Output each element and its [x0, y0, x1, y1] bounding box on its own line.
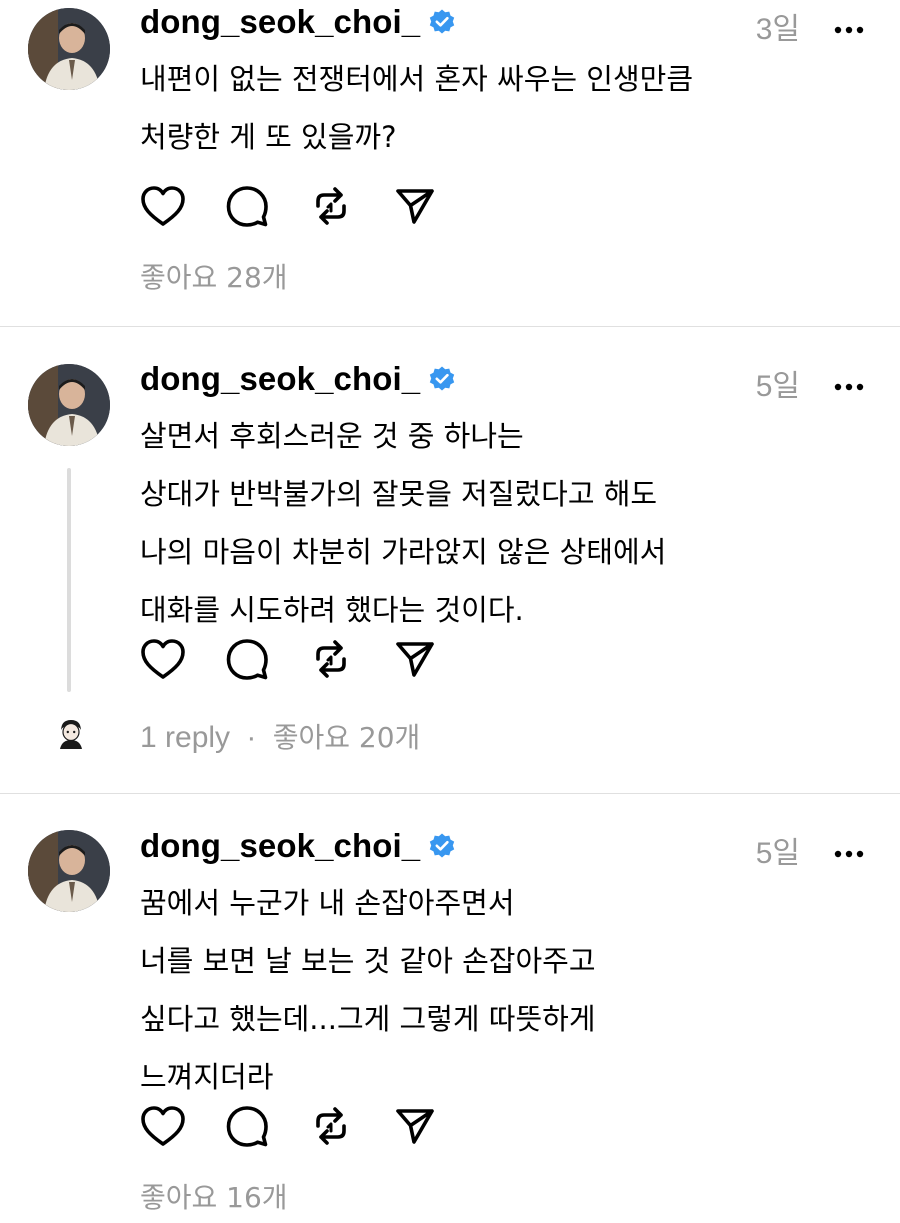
comment-bubble-icon[interactable]	[224, 636, 270, 682]
avatar[interactable]	[28, 8, 110, 90]
repost-icon[interactable]	[308, 636, 354, 682]
post-text-line: 나의 마음이 차분히 가라앉지 않은 상태에서	[140, 535, 667, 569]
post-meta: 1 reply · 좋아요 20개	[140, 716, 420, 756]
send-icon[interactable]	[392, 183, 438, 229]
more-horizontal-icon[interactable]	[834, 843, 864, 858]
repost-icon[interactable]	[308, 183, 354, 229]
post-text-line: 처량한 게 또 있을까?	[140, 120, 397, 154]
thread-line	[67, 468, 71, 692]
comment-bubble-icon[interactable]	[224, 1103, 270, 1149]
replier-avatar[interactable]	[55, 717, 87, 749]
post-text-line: 느껴지더라	[140, 1060, 274, 1094]
post-actions	[140, 637, 476, 681]
post-meta: 좋아요 16개	[140, 1176, 288, 1216]
post-actions	[140, 184, 476, 228]
post-text-line: 싶다고 했는데...그게 그렇게 따뜻하게	[140, 1002, 596, 1036]
likes-count[interactable]: 좋아요 20개	[273, 721, 421, 754]
send-icon[interactable]	[392, 636, 438, 682]
post-time: 5일	[755, 837, 800, 870]
likes-count[interactable]: 좋아요 16개	[140, 1181, 288, 1214]
post-2[interactable]: dong_seok_choi_ 5일 살면서 후회스러운 것 중 하나는 상대가…	[0, 327, 900, 793]
username[interactable]: dong_seok_choi_	[140, 3, 420, 41]
verified-badge-icon	[428, 832, 456, 860]
post-text-line: 내편이 없는 전쟁터에서 혼자 싸우는 인생만큼	[140, 62, 694, 96]
likes-count[interactable]: 좋아요 28개	[140, 261, 288, 294]
post-actions	[140, 1104, 476, 1148]
more-horizontal-icon[interactable]	[834, 376, 864, 391]
post-time: 5일	[755, 370, 800, 403]
avatar[interactable]	[28, 830, 110, 912]
username[interactable]: dong_seok_choi_	[140, 827, 420, 865]
avatar[interactable]	[28, 364, 110, 446]
post-text-line: 꿈에서 누군가 내 손잡아주면서	[140, 886, 515, 920]
meta-separator: ·	[246, 721, 257, 754]
heart-icon[interactable]	[140, 183, 186, 229]
more-horizontal-icon[interactable]	[834, 19, 864, 34]
post-text-line: 상대가 반박불가의 잘못을 저질렀다고 해도	[140, 477, 658, 511]
verified-badge-icon	[428, 365, 456, 393]
post-text: 내편이 없는 전쟁터에서 혼자 싸우는 인생만큼 처량한 게 또 있을까?	[140, 50, 860, 166]
post-meta: 좋아요 28개	[140, 256, 288, 296]
post-text-line: 대화를 시도하려 했다는 것이다.	[140, 593, 524, 627]
heart-icon[interactable]	[140, 1103, 186, 1149]
post-3[interactable]: dong_seok_choi_ 5일 꿈에서 누군가 내 손잡아주면서 너를 보…	[0, 794, 900, 1223]
post-text: 꿈에서 누군가 내 손잡아주면서 너를 보면 날 보는 것 같아 손잡아주고 싶…	[140, 874, 860, 1106]
post-text-line: 너를 보면 날 보는 것 같아 손잡아주고	[140, 944, 596, 978]
post-time: 3일	[755, 13, 800, 46]
post-text-line: 살면서 후회스러운 것 중 하나는	[140, 419, 524, 453]
comment-bubble-icon[interactable]	[224, 183, 270, 229]
verified-badge-icon	[428, 8, 456, 36]
heart-icon[interactable]	[140, 636, 186, 682]
repost-icon[interactable]	[308, 1103, 354, 1149]
send-icon[interactable]	[392, 1103, 438, 1149]
username[interactable]: dong_seok_choi_	[140, 360, 420, 398]
post-1[interactable]: dong_seok_choi_ 3일 내편이 없는 전쟁터에서 혼자 싸우는 인…	[0, 0, 900, 326]
reply-count[interactable]: 1 reply	[140, 721, 230, 754]
post-text: 살면서 후회스러운 것 중 하나는 상대가 반박불가의 잘못을 저질렀다고 해도…	[140, 407, 860, 639]
